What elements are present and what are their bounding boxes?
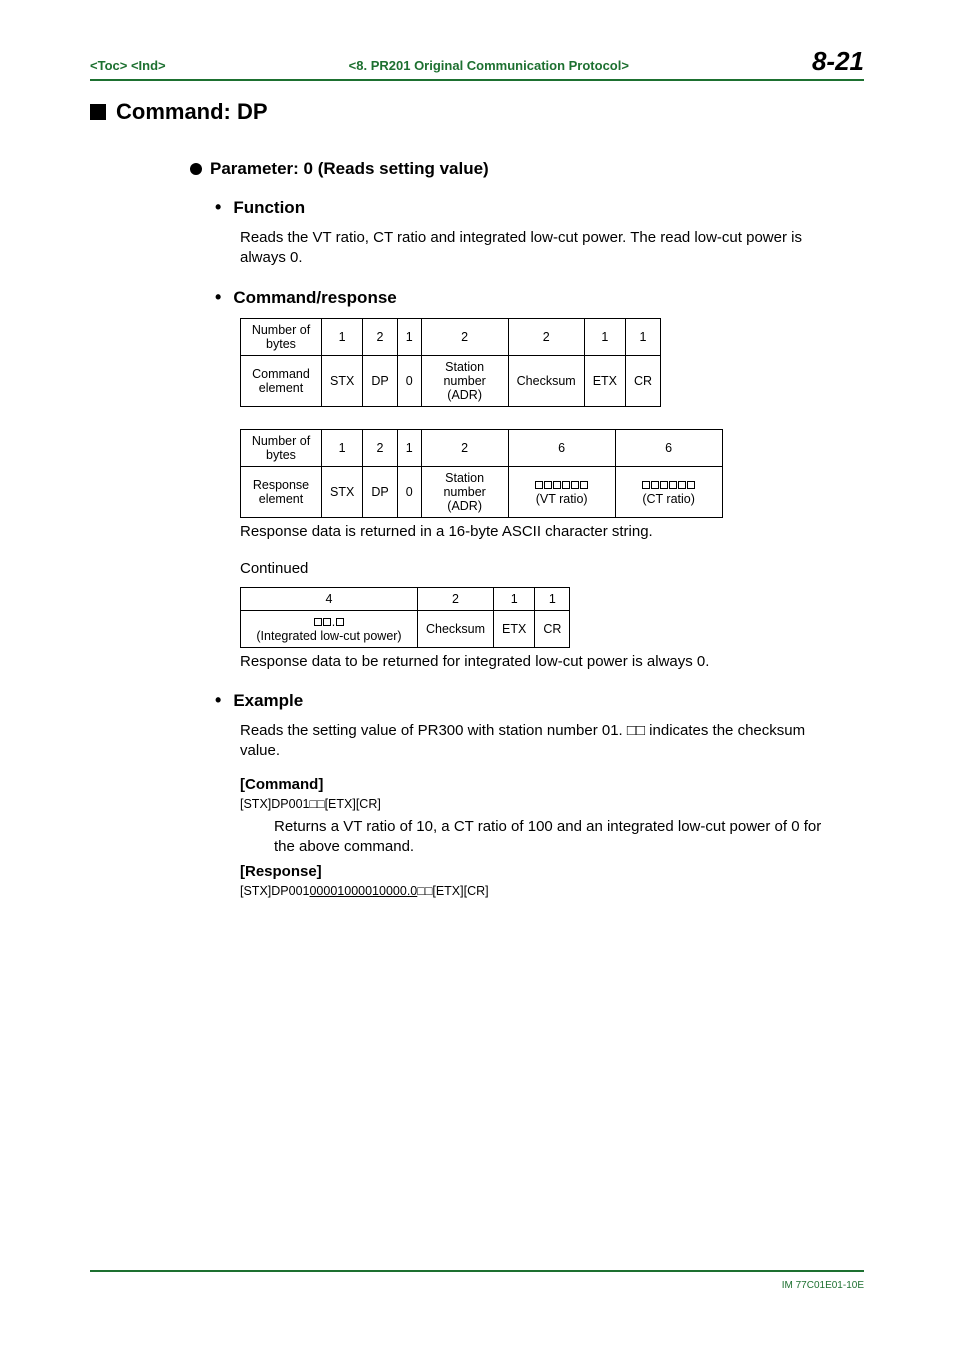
cell: 0 xyxy=(397,466,421,517)
dot-bullet-icon xyxy=(190,163,202,175)
cmdresp-heading: Command/response xyxy=(215,287,864,308)
response-note-1: Response data is returned in a 16-byte A… xyxy=(240,522,834,542)
command-bytes-table: Number of bytes 1 2 1 2 2 1 1 Command el… xyxy=(240,318,661,407)
cell-sub: (Integrated low-cut power) xyxy=(256,629,401,643)
resp-suffix: □□[ETX][CR] xyxy=(417,884,488,898)
table-row: Response element STX DP 0 Stationnumber(… xyxy=(241,466,723,517)
page-number: 8-21 xyxy=(812,46,864,77)
cell-label: Number of bytes xyxy=(241,318,322,355)
cell: Checksum xyxy=(508,355,584,406)
header-divider xyxy=(90,79,864,81)
cell: 1 xyxy=(397,429,421,466)
example-command-line: [STX]DP001□□[ETX][CR] xyxy=(240,797,864,811)
table-row: 4 2 1 1 xyxy=(241,587,570,610)
response-bytes-table-part1: Number of bytes 1 2 1 2 6 6 Response ele… xyxy=(240,429,723,518)
cell: Stationnumber(ADR) xyxy=(421,355,508,406)
placeholder-boxes-icon xyxy=(642,479,696,492)
example-command-label: [Command] xyxy=(240,776,864,793)
cell: 0 xyxy=(397,355,421,406)
cell: 1 xyxy=(322,429,363,466)
cell: (VT ratio) xyxy=(508,466,615,517)
command-heading: Command: DP xyxy=(90,99,864,125)
example-intro: Reads the setting value of PR300 with st… xyxy=(240,721,834,762)
cell: (CT ratio) xyxy=(615,466,722,517)
cell: DP xyxy=(363,466,397,517)
cell: . (Integrated low-cut power) xyxy=(241,610,418,647)
parameter-heading: Parameter: 0 (Reads setting value) xyxy=(190,159,864,179)
table-row: Number of bytes 1 2 1 2 2 1 1 xyxy=(241,318,661,355)
cell: Checksum xyxy=(418,610,494,647)
cell-sub: (CT ratio) xyxy=(642,492,695,506)
doc-id: IM 77C01E01-10E xyxy=(90,1280,864,1291)
cell: 1 xyxy=(535,587,570,610)
cell: 6 xyxy=(508,429,615,466)
parameter-heading-text: Parameter: 0 (Reads setting value) xyxy=(210,159,489,179)
cell: 2 xyxy=(508,318,584,355)
cell: CR xyxy=(535,610,570,647)
cell-label: Number of bytes xyxy=(241,429,322,466)
cell: 2 xyxy=(421,429,508,466)
cell: 2 xyxy=(421,318,508,355)
cell: ETX xyxy=(584,355,625,406)
example-response-line: [STX]DP00100001000010000.0□□[ETX][CR] xyxy=(240,884,864,898)
cell: 1 xyxy=(397,318,421,355)
cell: STX xyxy=(322,355,363,406)
example-returns-text: Returns a VT ratio of 10, a CT ratio of … xyxy=(274,817,824,858)
function-heading: Function xyxy=(215,197,864,218)
cell: Stationnumber(ADR) xyxy=(421,466,508,517)
cell: 2 xyxy=(363,318,397,355)
breadcrumb: <8. PR201 Original Communication Protoco… xyxy=(349,58,629,73)
cell: 1 xyxy=(584,318,625,355)
resp-prefix: [STX]DP001 xyxy=(240,884,309,898)
resp-underlined-1: 000010000100 xyxy=(309,884,392,898)
function-text: Reads the VT ratio, CT ratio and integra… xyxy=(240,228,834,269)
footer-divider xyxy=(90,1270,864,1272)
cell: 1 xyxy=(626,318,661,355)
cell: STX xyxy=(322,466,363,517)
nav-links: <Toc> <Ind> xyxy=(90,58,166,73)
cell: 1 xyxy=(322,318,363,355)
table-row: . (Integrated low-cut power) Checksum ET… xyxy=(241,610,570,647)
table-row: Number of bytes 1 2 1 2 6 6 xyxy=(241,429,723,466)
cell: 2 xyxy=(418,587,494,610)
example-heading: Example xyxy=(215,690,864,711)
cell: 4 xyxy=(241,587,418,610)
placeholder-boxes-icon: . xyxy=(314,616,344,629)
placeholder-boxes-icon xyxy=(535,479,589,492)
response-note-2: Response data to be returned for integra… xyxy=(240,652,834,672)
ind-link[interactable]: <Ind> xyxy=(131,58,166,73)
cell-sub: (VT ratio) xyxy=(536,492,588,506)
cell: 6 xyxy=(615,429,722,466)
cell-label: Command element xyxy=(241,355,322,406)
resp-underlined-2: 00.0 xyxy=(393,884,417,898)
command-heading-text: Command: DP xyxy=(116,99,268,125)
example-response-label: [Response] xyxy=(240,863,864,880)
page-header: <Toc> <Ind> <8. PR201 Original Communica… xyxy=(90,46,864,77)
cell: 1 xyxy=(494,587,535,610)
cell: ETX xyxy=(494,610,535,647)
cell: 2 xyxy=(363,429,397,466)
page-footer: IM 77C01E01-10E xyxy=(90,1262,864,1291)
cell: CR xyxy=(626,355,661,406)
table-row: Command element STX DP 0 Stationnumber(A… xyxy=(241,355,661,406)
square-bullet-icon xyxy=(90,104,106,120)
continued-label: Continued xyxy=(240,560,864,577)
cell-label: Response element xyxy=(241,466,322,517)
toc-link[interactable]: <Toc> xyxy=(90,58,127,73)
cell: DP xyxy=(363,355,397,406)
response-bytes-table-part2: 4 2 1 1 . (Integrated low-cut power) Che… xyxy=(240,587,570,648)
